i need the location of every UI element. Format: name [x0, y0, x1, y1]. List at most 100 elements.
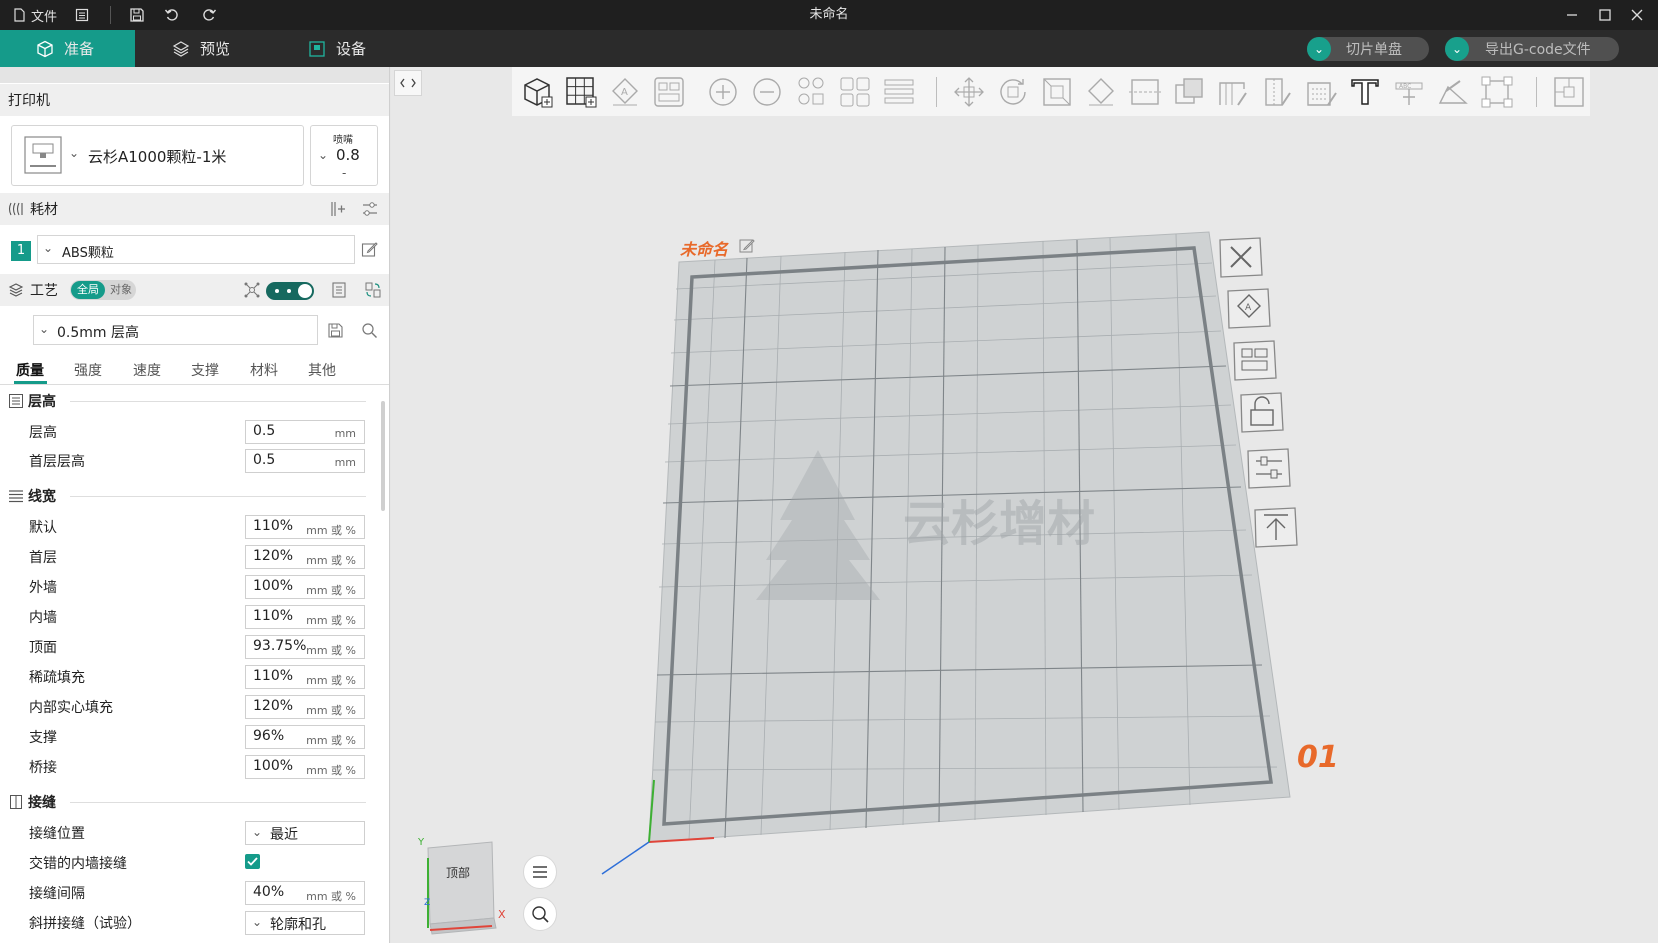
toggle-dot: [287, 289, 291, 293]
plate-number: 01: [1297, 740, 1339, 775]
tab-speed[interactable]: 速度: [133, 360, 161, 380]
maximize-icon[interactable]: [1598, 8, 1612, 22]
svg-text:A: A: [1245, 303, 1252, 313]
tab-other[interactable]: 其他: [308, 360, 336, 380]
chevron-down-icon: ⌄: [43, 241, 54, 255]
minimize-icon[interactable]: [1565, 8, 1579, 22]
bridge-width-input[interactable]: 100% mm 或 %: [245, 755, 365, 779]
plate-orient-icon[interactable]: A: [1225, 286, 1273, 330]
network-icon[interactable]: [243, 281, 261, 299]
y-axis-label: Y: [418, 837, 425, 848]
plate-settings-icon[interactable]: [1245, 446, 1293, 490]
first-layer-height-unit: mm: [334, 456, 356, 469]
save-preset-icon[interactable]: [327, 322, 344, 339]
top-surface-unit: mm 或 %: [306, 644, 356, 657]
viewport-menu-button[interactable]: [523, 855, 557, 889]
nozzle-value: 0.8: [336, 146, 360, 164]
chevron-down-icon: ⌄: [318, 148, 329, 162]
seam-icon: [10, 795, 22, 809]
tab-material[interactable]: 材料: [250, 360, 278, 380]
tab-preview[interactable]: 预览: [172, 30, 230, 67]
bridge-width-unit: mm 或 %: [306, 764, 356, 777]
printer-section-header: 打印机: [0, 84, 389, 116]
inner-wall-input[interactable]: 110% mm 或 %: [245, 605, 365, 629]
settings-scrollbar[interactable]: [381, 401, 385, 511]
tab-prepare[interactable]: 准备: [0, 30, 135, 67]
sparse-infill-input[interactable]: 110% mm 或 %: [245, 665, 365, 689]
default-width-input[interactable]: 110% mm 或 %: [245, 515, 365, 539]
group-divider: [70, 401, 366, 402]
layers-icon: [172, 40, 190, 57]
toggle-object[interactable]: 对象: [106, 281, 136, 299]
edit-plate-name-icon[interactable]: [738, 237, 756, 255]
tab-device-label: 设备: [336, 40, 367, 58]
nozzle-label: 喷嘴: [333, 135, 353, 146]
staggered-seam-checkbox[interactable]: [245, 854, 260, 869]
inner-wall-label: 内墙: [29, 610, 57, 626]
plate-name-label[interactable]: 未命名: [680, 236, 728, 260]
delete-plate-icon[interactable]: [1217, 235, 1265, 279]
support-width-input[interactable]: 96% mm 或 %: [245, 725, 365, 749]
plate-lock-icon[interactable]: [1238, 390, 1286, 434]
seam-position-select[interactable]: ⌄ 最近: [245, 821, 365, 845]
internal-solid-infill-value: 120%: [253, 698, 294, 714]
filament-selector[interactable]: ⌄ ABS颗粒: [37, 235, 355, 264]
compare-icon[interactable]: [364, 281, 382, 299]
tab-support[interactable]: 支撑: [191, 360, 219, 380]
toggle-global[interactable]: 全局: [71, 281, 105, 299]
nozzle-sub: -: [342, 166, 347, 180]
bridge-width-value: 100%: [253, 758, 294, 774]
tab-quality[interactable]: 质量: [16, 360, 44, 380]
chevron-down-icon[interactable]: ⌄: [1445, 37, 1469, 61]
edit-icon[interactable]: [361, 241, 378, 258]
layer-height-icon: [9, 394, 23, 408]
chevron-down-icon: ⌄: [252, 825, 263, 839]
filament-name: ABS颗粒: [62, 246, 114, 261]
process-layers-icon: [8, 283, 24, 297]
top-surface-value: 93.75%: [253, 638, 307, 654]
tab-prepare-label: 准备: [64, 40, 95, 58]
seam-gap-input[interactable]: 40% mm 或 %: [245, 881, 365, 905]
process-preset-name: 0.5mm 层高: [57, 325, 139, 341]
top-surface-input[interactable]: 93.75% mm 或 %: [245, 635, 365, 659]
cube-icon: [37, 40, 53, 57]
export-gcode-button[interactable]: ⌄ 导出G-code文件: [1445, 37, 1619, 61]
internal-solid-infill-unit: mm 或 %: [306, 704, 356, 717]
viewport-zoom-button[interactable]: [523, 897, 557, 931]
global-object-toggle[interactable]: 全局 对象: [70, 280, 136, 300]
filament-settings-icon[interactable]: [361, 200, 379, 218]
sparse-infill-unit: mm 或 %: [306, 674, 356, 687]
outer-wall-input[interactable]: 100% mm 或 %: [245, 575, 365, 599]
printer-selector[interactable]: ⌄ 云杉A1000颗粒-1米: [11, 125, 304, 186]
advanced-toggle[interactable]: [266, 282, 314, 300]
first-layer-height-input[interactable]: 0.5 mm: [245, 449, 365, 473]
document-icon[interactable]: [330, 281, 348, 299]
group-divider: [70, 496, 366, 497]
bridge-width-label: 桥接: [29, 760, 57, 776]
process-preset-selector[interactable]: ⌄ 0.5mm 层高: [33, 315, 318, 345]
chevron-down-icon: ⌄: [252, 915, 263, 929]
layer-height-label: 层高: [29, 425, 57, 441]
tab-device[interactable]: 设备: [308, 30, 366, 67]
chevron-down-icon[interactable]: ⌄: [1307, 37, 1331, 61]
z-axis-label: Z: [424, 898, 431, 908]
internal-solid-infill-input[interactable]: 120% mm 或 %: [245, 695, 365, 719]
plate-arrange-icon[interactable]: [1231, 338, 1279, 382]
plate-move-top-icon[interactable]: [1252, 505, 1300, 549]
sparse-infill-label: 稀疏填充: [29, 670, 85, 686]
nozzle-selector[interactable]: 喷嘴 ⌄ 0.8 -: [310, 125, 378, 186]
filament-index-badge[interactable]: 1: [11, 241, 31, 261]
layer-height-unit: mm: [334, 427, 356, 440]
layer-height-input[interactable]: 0.5 mm: [245, 420, 365, 444]
add-filament-icon[interactable]: [329, 200, 347, 218]
scarf-seam-select[interactable]: ⌄ 轮廓和孔: [245, 911, 365, 935]
close-icon[interactable]: [1630, 8, 1644, 22]
search-icon[interactable]: [361, 322, 378, 339]
process-tabs: 质量 强度 速度 支撑 材料 其他: [0, 355, 389, 385]
watermark-text: 云杉增材: [903, 496, 1095, 552]
first-layer-width-input[interactable]: 120% mm 或 %: [245, 545, 365, 569]
view-cube[interactable]: [412, 838, 512, 938]
internal-solid-infill-label: 内部实心填充: [29, 700, 113, 716]
tab-strength[interactable]: 强度: [74, 360, 102, 380]
slice-plate-button[interactable]: ⌄ 切片单盘: [1307, 37, 1429, 61]
